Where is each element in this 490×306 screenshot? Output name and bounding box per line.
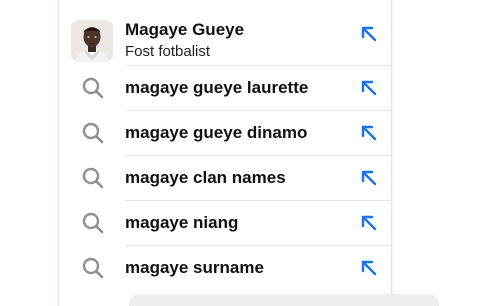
search-icon (82, 167, 104, 189)
suggestion-item[interactable]: magaye clan names (59, 156, 391, 201)
entity-title: Magaye Gueye (125, 20, 245, 39)
arrow-up-left-icon[interactable] (359, 168, 379, 188)
arrow-up-left-icon[interactable] (359, 24, 379, 44)
person-photo-icon (71, 20, 113, 62)
suggestion-label: magaye gueye laurette (125, 78, 309, 97)
entity-suggestion[interactable]: Magaye Gueye Fost fotbalist (59, 0, 391, 66)
arrow-up-left-icon[interactable] (359, 213, 379, 233)
suggestion-label: magaye clan names (125, 168, 286, 187)
suggestion-item[interactable]: magaye gueye dinamo (59, 111, 391, 156)
suggestion-label: magaye niang (125, 213, 239, 232)
avatar (71, 20, 113, 62)
entity-subtitle: Fost fotbalist (125, 43, 211, 60)
suggestion-item[interactable]: magaye niang (59, 201, 391, 246)
search-icon (82, 212, 104, 234)
arrow-up-left-icon[interactable] (359, 78, 379, 98)
bottom-bar (129, 294, 439, 306)
suggestion-item[interactable]: magaye gueye laurette (59, 66, 391, 111)
search-suggestions-panel: Magaye Gueye Fost fotbalist magaye gueye… (58, 0, 439, 306)
suggestion-label: magaye gueye dinamo (125, 123, 308, 142)
search-icon (82, 122, 104, 144)
search-icon (82, 77, 104, 99)
arrow-up-left-icon[interactable] (359, 258, 379, 278)
suggestion-label: magaye surname (125, 258, 264, 277)
page: Magaye Gueye Fost fotbalist magaye gueye… (0, 0, 490, 306)
suggestion-item[interactable]: magaye surname (59, 246, 391, 291)
search-icon (82, 257, 104, 279)
arrow-up-left-icon[interactable] (359, 123, 379, 143)
